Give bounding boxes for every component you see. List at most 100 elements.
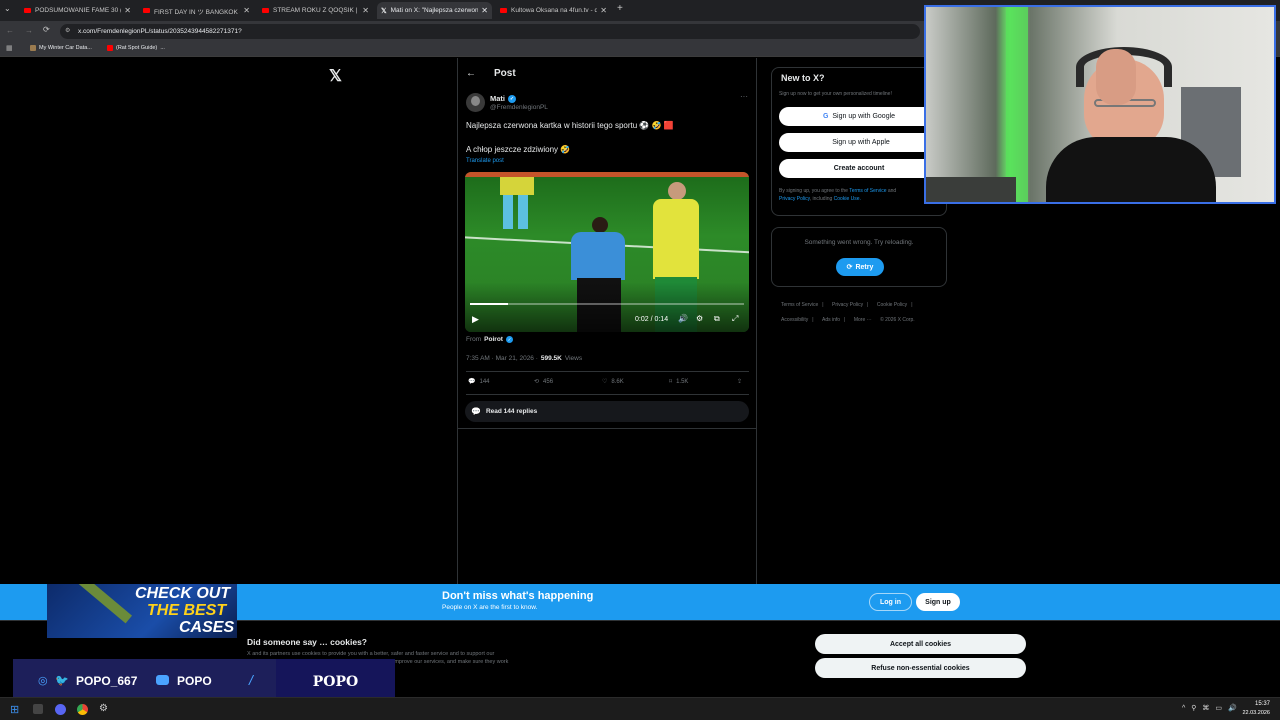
footer-link-cookie[interactable]: Cookie Policy	[877, 302, 907, 308]
fullscreen-icon[interactable]: ⤢	[732, 314, 738, 324]
share-button[interactable]: ⇪	[737, 378, 742, 385]
footer-link-more[interactable]: More ···	[854, 317, 872, 323]
ad-line-1: CHECK OUT	[135, 585, 231, 602]
read-replies-button[interactable]: 💬 Read 144 replies	[465, 401, 749, 422]
volume-icon[interactable]: 🔊	[678, 314, 688, 323]
browser-tab-4[interactable]: 𝕏 Mati on X: "Najlepsza czerwon ✕	[377, 2, 492, 19]
apps-grid-icon[interactable]: ▦	[6, 44, 13, 52]
instagram-icon: ◎	[38, 675, 48, 687]
close-icon[interactable]: ✕	[481, 6, 488, 15]
site-info-icon[interactable]: ⚙	[65, 27, 70, 34]
back-icon[interactable]: ←	[6, 26, 14, 35]
reply-button[interactable]: 💬 144	[468, 378, 490, 386]
author-name[interactable]: Mati	[490, 94, 505, 103]
tab-title: Mati on X: "Najlepsza czerwon	[390, 7, 479, 14]
footer-copyright: © 2026 X Corp.	[880, 317, 915, 323]
play-icon[interactable]: ▶	[472, 314, 479, 325]
bookmark-2[interactable]: (Rat Spot Guide) ...	[107, 45, 165, 51]
close-icon[interactable]: ✕	[362, 6, 369, 15]
close-icon[interactable]: ✕	[600, 6, 607, 15]
privacy-link[interactable]: Privacy Policy	[779, 196, 810, 202]
more-options-icon[interactable]: ···	[740, 92, 748, 101]
signup-button[interactable]: Sign up	[916, 593, 960, 611]
browser-tab-2[interactable]: FIRST DAY IN ツ BANGKOK - Yo ✕	[139, 2, 254, 19]
bookmark-1[interactable]: My Winter Car Data...	[30, 45, 92, 51]
youtube-icon	[24, 8, 31, 13]
browser-tab-5[interactable]: Kultowa Oksana na 4fun.tv - dy ✕	[496, 2, 611, 19]
kick-icon: /	[249, 672, 253, 688]
divider	[466, 394, 749, 395]
address-bar[interactable]: ⚙ x.com/FremdenlegionPL/status/203524394…	[60, 24, 920, 39]
like-button[interactable]: ♡ 8.6K	[602, 378, 624, 386]
error-text: Something went wrong. Try reloading.	[804, 239, 914, 246]
footer-link-terms[interactable]: Terms of Service	[781, 302, 818, 308]
reply-icon: 💬	[471, 407, 481, 416]
divider	[457, 428, 757, 429]
x-logo-icon[interactable]: 𝕏	[329, 66, 342, 86]
youtube-icon	[500, 8, 507, 13]
bookmark-favicon-icon	[30, 45, 36, 51]
chrome-icon[interactable]	[77, 704, 88, 715]
browser-tab-3[interactable]: STREAM ROKU Z QOQSIK | WS ✕	[258, 2, 373, 19]
views-label: Views	[564, 355, 583, 362]
browser-tab-1[interactable]: PODSUMOWANIE FAME 30 (DI ✕	[20, 2, 135, 19]
youtube-icon	[262, 8, 269, 13]
create-account-label: Create account	[833, 165, 885, 172]
close-icon[interactable]: ✕	[124, 6, 131, 15]
bookmark-button[interactable]: ⌑ 1.5K	[669, 378, 689, 386]
accept-cookies-button[interactable]: Accept all cookies	[815, 634, 1026, 654]
translate-post-link[interactable]: Translate post	[466, 158, 504, 164]
cookie-title: Did someone say … cookies?	[247, 637, 367, 647]
app-icon[interactable]	[33, 704, 43, 714]
video-player[interactable]: ▶ 0:02 / 0:14 🔊 ⚙ ⧉ ⤢	[465, 172, 749, 332]
webcam-overlay	[924, 5, 1276, 204]
refresh-icon: ⟳	[846, 264, 853, 271]
start-icon[interactable]: ⊞	[10, 703, 19, 716]
discord-icon[interactable]	[55, 704, 66, 715]
close-icon[interactable]: ✕	[243, 6, 250, 15]
ad-overlay: CHECK OUT THE BEST CASES	[47, 584, 237, 638]
terms-link[interactable]: Terms of Service	[849, 188, 886, 194]
signup-legal: By signing up, you agree to the Terms of…	[779, 187, 929, 203]
apple-signup-button[interactable]: Sign up with Apple	[779, 133, 939, 152]
bookmark-count: 1.5K	[676, 378, 689, 385]
author-name-row[interactable]: Mati ✓	[490, 94, 516, 103]
google-icon: G	[822, 113, 829, 120]
create-account-button[interactable]: Create account	[779, 159, 939, 178]
tab-search-icon[interactable]: ⌄	[4, 4, 11, 13]
new-tab-icon[interactable]: +	[617, 3, 623, 14]
player-shirt	[500, 177, 534, 195]
system-tray-icons[interactable]: ^⚲⌘▭🔊	[1182, 704, 1243, 712]
ad-line-3: CASES	[179, 619, 235, 636]
avatar[interactable]	[466, 93, 485, 112]
footer-link-accessibility[interactable]: Accessibility	[781, 317, 808, 323]
reload-icon[interactable]: ⟳	[43, 25, 50, 34]
back-arrow-icon[interactable]: ←	[466, 68, 476, 79]
forward-icon[interactable]: →	[25, 26, 33, 35]
pip-icon[interactable]: ⧉	[714, 314, 720, 324]
refuse-cookies-button[interactable]: Refuse non-essential cookies	[815, 658, 1026, 678]
retry-button[interactable]: ⟳ Retry	[836, 258, 884, 276]
tab-title: FIRST DAY IN ツ BANGKOK - Yo	[154, 8, 240, 16]
footer-link-ads[interactable]: Ads info	[822, 317, 840, 323]
chair	[926, 177, 1016, 202]
repost-button[interactable]: ⟲ 456	[534, 378, 554, 386]
repost-count: 456	[543, 378, 554, 385]
settings-icon[interactable]: ⚙	[99, 703, 108, 714]
settings-icon[interactable]: ⚙	[696, 314, 703, 323]
legal-and: and	[887, 188, 897, 194]
error-card	[771, 227, 947, 287]
sidebar-footer: Terms of Service | Privacy Policy | Cookie…	[781, 302, 915, 323]
login-button[interactable]: Log in	[869, 593, 912, 611]
footer-link-privacy[interactable]: Privacy Policy	[832, 302, 863, 308]
verified-badge-icon: ✓	[505, 336, 513, 343]
google-signup-button[interactable]: G Sign up with Google	[779, 107, 939, 126]
cookie-use-link[interactable]: Cookie Use.	[834, 196, 861, 202]
like-count: 8.6K	[611, 378, 624, 385]
green-light	[1006, 7, 1028, 202]
video-progress-track[interactable]	[470, 303, 744, 305]
legal-text: By signing up, you agree to the	[779, 188, 848, 194]
from-name-link[interactable]: Poirot	[484, 336, 503, 343]
tweet-timestamp[interactable]: 7:35 AM · Mar 21, 2026 ·	[466, 355, 538, 362]
author-handle[interactable]: @FremdenlegionPL	[490, 104, 548, 111]
